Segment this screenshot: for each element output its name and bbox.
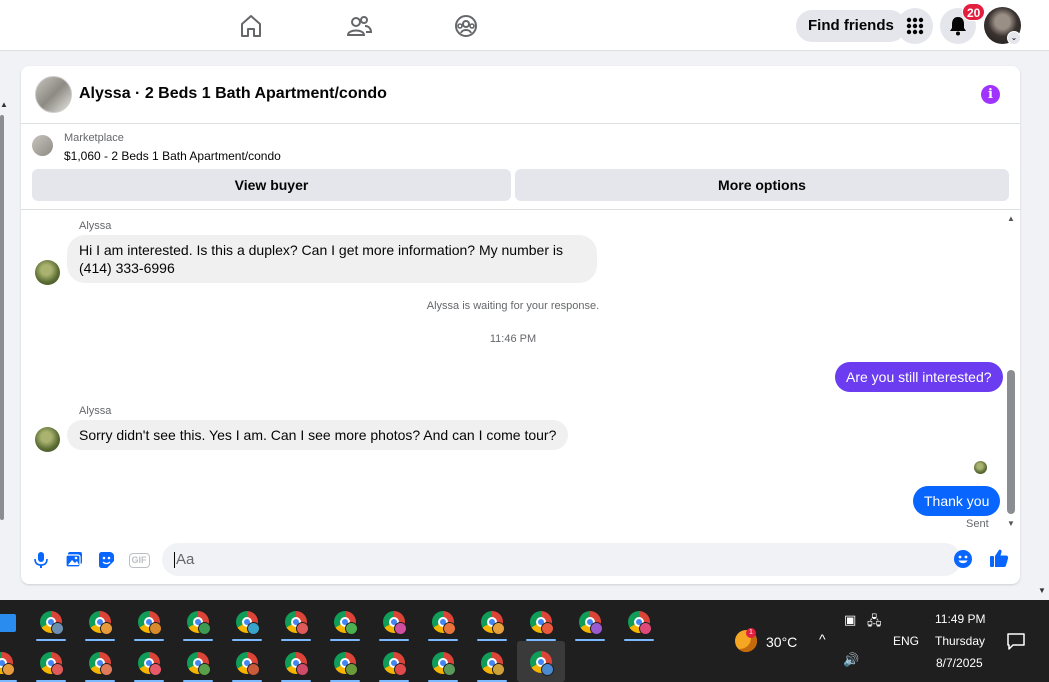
input-language[interactable]: ENG [893, 634, 919, 648]
incoming-message: Sorry didn't see this. Yes I am. Can I s… [67, 420, 569, 450]
delivery-status: Sent [966, 518, 989, 530]
chevron-down-icon[interactable]: ⌄ [1007, 31, 1021, 45]
groups-icon[interactable] [452, 12, 480, 40]
windows-taskbar: 1 30°C ^ ▣ 🖧 🔊 ENG 11:49 PM Thursday 8/7… [0, 600, 1049, 682]
taskbar-chrome-icon[interactable] [81, 644, 119, 682]
chat-header: Alyssa · 2 Beds 1 Bath Apartment/condo i [21, 66, 1020, 124]
taskbar-chrome-icon[interactable] [326, 603, 364, 641]
chat-scroll-down-icon[interactable]: ▼ [1007, 519, 1015, 528]
taskbar-chrome-icon[interactable] [81, 603, 119, 641]
menu-grid-button[interactable] [897, 8, 933, 44]
message-input[interactable]: Aa [162, 543, 961, 576]
taskbar-chrome-icon[interactable] [424, 644, 462, 682]
clock-day[interactable]: Thursday [935, 634, 985, 648]
message-composer: GIF Aa [21, 536, 1020, 584]
grid-icon [906, 17, 924, 35]
listing-avatar[interactable] [35, 76, 72, 113]
gif-label: GIF [128, 552, 150, 568]
outgoing-message: Thank you [913, 486, 1001, 516]
weather-temperature[interactable]: 30°C [766, 634, 797, 650]
volume-icon[interactable]: 🔊 [843, 652, 859, 668]
notification-center-icon[interactable] [1006, 632, 1026, 653]
message-timestamp: 11:46 PM [489, 333, 537, 345]
home-icon[interactable] [237, 12, 265, 40]
microphone-icon[interactable] [31, 550, 51, 570]
taskbar-chrome-icon[interactable] [179, 644, 217, 682]
taskbar-chrome-icon[interactable] [375, 644, 413, 682]
emoji-icon[interactable] [953, 549, 973, 569]
outgoing-message: Are you still interested? [835, 362, 1003, 392]
notification-badge: 20 [962, 3, 986, 21]
sticker-icon[interactable] [96, 550, 116, 570]
sender-avatar[interactable] [35, 260, 60, 285]
taskbar-chrome-icon[interactable] [473, 644, 511, 682]
scroll-down-arrow-icon[interactable]: ▼ [1038, 586, 1046, 595]
bell-icon [950, 17, 966, 36]
listing-title: $1,060 - 2 Beds 1 Bath Apartment/condo [64, 149, 281, 163]
taskbar-chrome-icon[interactable] [228, 644, 266, 682]
gif-icon[interactable]: GIF [128, 550, 150, 570]
incoming-message: Hi I am interested. Is this a duplex? Ca… [67, 235, 597, 283]
message-input-placeholder: Aa [176, 551, 195, 568]
taskbar-chrome-icon[interactable] [375, 603, 413, 641]
conversation-title[interactable]: Alyssa · 2 Beds 1 Bath Apartment/condo [79, 85, 387, 103]
top-navigation: Find friends 20 ⌄ [0, 0, 1049, 51]
taskbar-app-store-icon[interactable] [0, 604, 26, 642]
taskbar-chrome-icon[interactable] [0, 644, 21, 682]
waiting-notice: Alyssa is waiting for your response. [426, 300, 600, 312]
weather-badge: 1 [746, 628, 756, 638]
scroll-up-arrow-icon[interactable]: ▲ [0, 100, 8, 109]
taskbar-chrome-icon-active[interactable] [517, 641, 565, 682]
clock-date[interactable]: 8/7/2025 [936, 656, 983, 670]
chat-scroll-up-icon[interactable]: ▲ [1007, 214, 1015, 223]
friends-icon[interactable] [345, 12, 373, 40]
taskbar-chrome-icon[interactable] [326, 644, 364, 682]
sender-avatar[interactable] [35, 427, 60, 452]
info-icon[interactable]: i [981, 85, 1000, 104]
taskbar-chrome-icon[interactable] [424, 603, 462, 641]
taskbar-chrome-icon[interactable] [130, 644, 168, 682]
taskbar-chrome-icon[interactable] [277, 603, 315, 641]
more-options-button[interactable]: More options [515, 169, 1009, 201]
network-icon[interactable]: 🖧 [867, 612, 882, 634]
taskbar-chrome-icon[interactable] [130, 603, 168, 641]
taskbar-chrome-icon[interactable] [32, 644, 70, 682]
find-friends-button[interactable]: Find friends [796, 10, 906, 42]
marketplace-label: Marketplace [64, 132, 124, 144]
message-list: Alyssa Hi I am interested. Is this a dup… [21, 210, 1020, 532]
chat-scrollbar-thumb[interactable] [1007, 370, 1015, 514]
listing-thumbnail [32, 135, 53, 156]
view-buyer-button[interactable]: View buyer [32, 169, 511, 201]
chat-window: Alyssa · 2 Beds 1 Bath Apartment/condo i… [21, 66, 1020, 584]
sender-name: Alyssa [79, 405, 112, 417]
taskbar-chrome-icon[interactable] [473, 603, 511, 641]
taskbar-chrome-icon[interactable] [620, 603, 658, 641]
photo-icon[interactable] [64, 550, 84, 570]
like-icon[interactable] [989, 548, 1009, 568]
meet-now-icon[interactable]: ▣ [844, 612, 856, 628]
taskbar-chrome-icon[interactable] [228, 603, 266, 641]
taskbar-chrome-icon[interactable] [179, 603, 217, 641]
sender-name: Alyssa [79, 220, 112, 232]
taskbar-chrome-icon[interactable] [571, 603, 609, 641]
taskbar-chrome-icon[interactable] [32, 603, 70, 641]
taskbar-chrome-icon[interactable] [522, 603, 560, 641]
marketplace-banner: Marketplace $1,060 - 2 Beds 1 Bath Apart… [21, 124, 1020, 210]
taskbar-chrome-icon[interactable] [277, 644, 315, 682]
text-caret [174, 552, 175, 569]
show-hidden-icons-icon[interactable]: ^ [819, 631, 826, 647]
read-receipt-avatar [974, 461, 987, 474]
page-scrollbar[interactable] [0, 115, 4, 520]
clock-time[interactable]: 11:49 PM [935, 612, 985, 626]
